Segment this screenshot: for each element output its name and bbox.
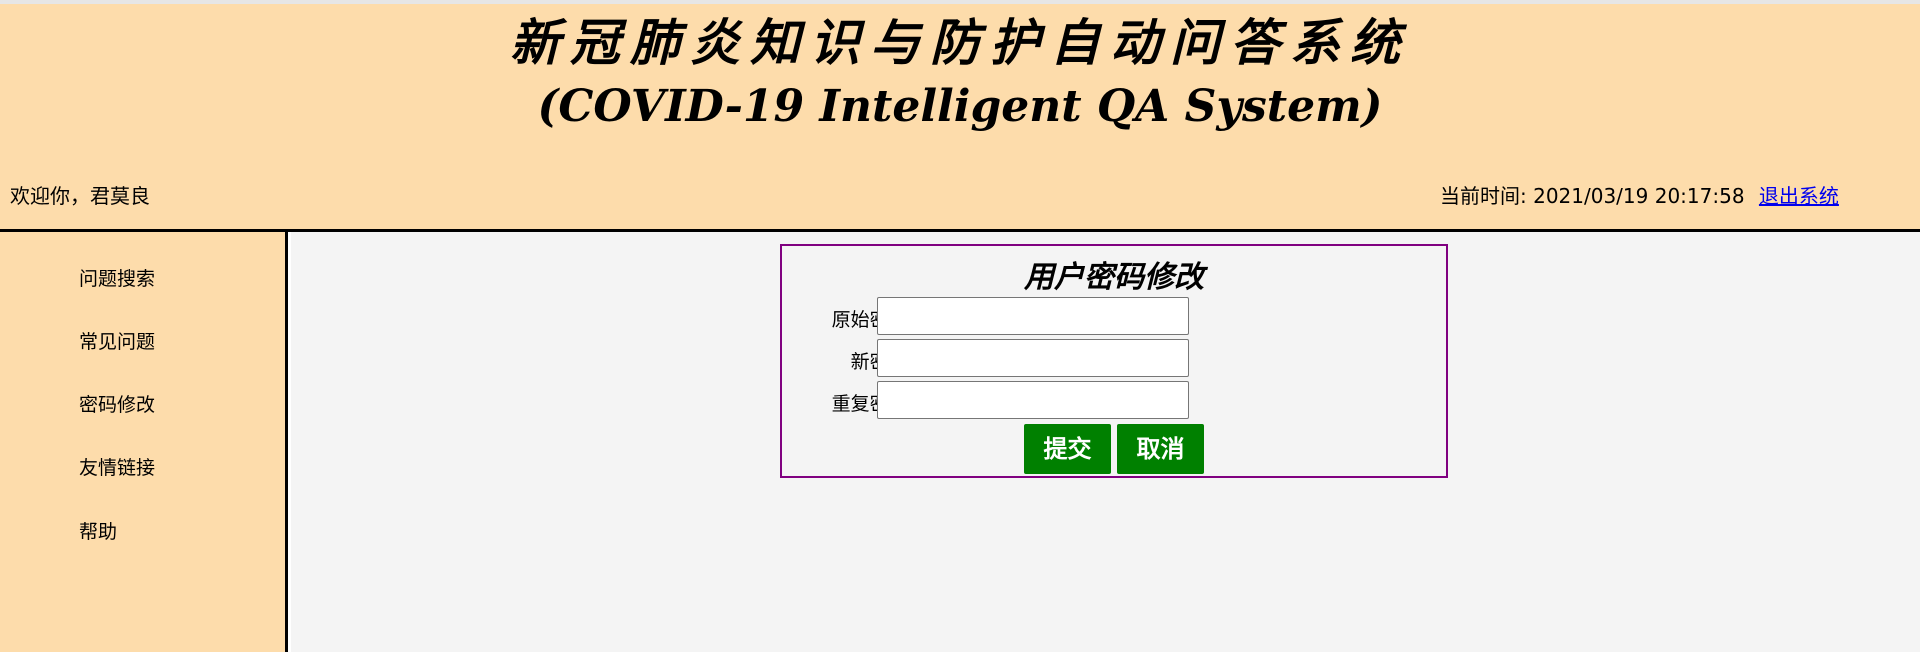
sidebar-item-question-search[interactable]: 问题搜索 <box>79 264 155 291</box>
page: 新冠肺炎知识与防护自动问答系统 (COVID-19 Intelligent QA… <box>0 0 1920 652</box>
current-time: 当前时间: 2021/03/19 20:17:58 <box>1440 184 1745 208</box>
welcome-text: 欢迎你，君莫良 <box>10 184 150 208</box>
logout-link[interactable]: 退出系统 <box>1759 184 1839 208</box>
old-password-input[interactable] <box>877 297 1189 335</box>
site-title: 新冠肺炎知识与防护自动问答系统 (COVID-19 Intelligent QA… <box>0 8 1920 138</box>
time-area: 当前时间: 2021/03/19 20:17:58 退出系统 <box>1440 180 1839 209</box>
submit-button[interactable]: 提交 <box>1024 424 1111 474</box>
form-row-old-password: 原始密码: <box>782 297 1446 335</box>
sidebar-item-password-change[interactable]: 密码修改 <box>79 390 155 417</box>
form-title: 用户密码修改 <box>1024 260 1204 295</box>
header: 新冠肺炎知识与防护自动问答系统 (COVID-19 Intelligent QA… <box>0 0 1920 231</box>
repeat-password-input[interactable] <box>877 381 1189 419</box>
cancel-button[interactable]: 取消 <box>1117 424 1204 474</box>
sidebar-item-faq[interactable]: 常见问题 <box>79 327 155 354</box>
site-title-english: (COVID-19 Intelligent QA System) <box>537 81 1383 132</box>
site-title-chinese: 新冠肺炎知识与防护自动问答系统 <box>510 13 1410 72</box>
form-row-new-password: 新密码: <box>782 339 1446 377</box>
password-change-form: 用户密码修改 原始密码: 新密码: 重复密码: 提交 取消 <box>780 244 1448 478</box>
sidebar-item-links[interactable]: 友情链接 <box>79 453 155 480</box>
form-row-repeat-password: 重复密码: <box>782 381 1446 419</box>
sidebar: 问题搜索 常见问题 密码修改 友情链接 帮助 <box>0 232 288 652</box>
sidebar-item-help[interactable]: 帮助 <box>79 517 117 544</box>
new-password-input[interactable] <box>877 339 1189 377</box>
